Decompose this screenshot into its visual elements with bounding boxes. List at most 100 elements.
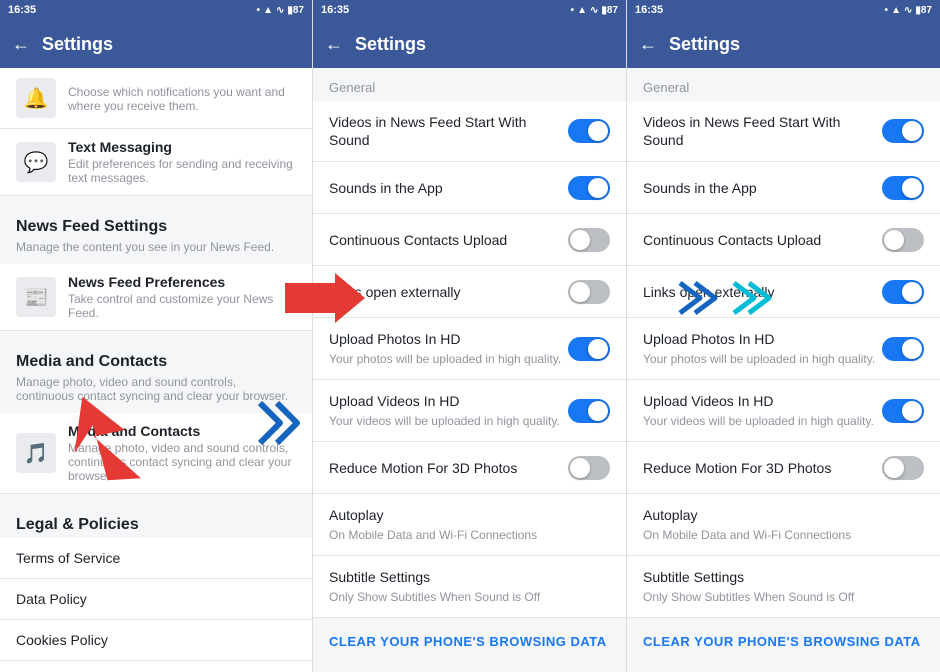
- battery-icon: ▮87: [287, 5, 304, 16]
- status-bar-right: 16:35 • ▲ ∿ ▮87: [627, 0, 940, 20]
- middle-item-4[interactable]: Upload Photos In HD Your photos will be …: [313, 318, 626, 380]
- bluetooth-icon: •: [257, 5, 261, 16]
- right-item-6[interactable]: Reduce Motion For 3D Photos: [627, 442, 940, 494]
- notifications-icon: 🔔: [16, 78, 56, 118]
- middle-subtitle-item[interactable]: Subtitle Settings Only Show Subtitles Wh…: [313, 556, 626, 618]
- legal-section-title: Legal & Policies: [0, 502, 312, 538]
- middle-subtitle-title: Subtitle Settings: [329, 568, 610, 586]
- news-feed-prefs-icon: 📰: [16, 277, 56, 317]
- right-item-3-text: Links open externally: [643, 283, 882, 301]
- news-feed-prefs-subtitle: Take control and customize your News Fee…: [68, 292, 296, 320]
- middle-item-3[interactable]: Links open externally: [313, 266, 626, 318]
- toggle-videos-hd-right[interactable]: [882, 399, 924, 423]
- toggle-reduce-middle[interactable]: [568, 456, 610, 480]
- news-feed-prefs-item[interactable]: 📰 News Feed Preferences Take control and…: [0, 264, 312, 331]
- back-button-left[interactable]: ←: [12, 34, 30, 55]
- news-feed-section-title: News Feed Settings: [0, 204, 312, 240]
- community-item[interactable]: Community Standards: [0, 661, 312, 672]
- right-item-3-title: Links open externally: [643, 283, 882, 301]
- wifi-icon-r: ∿: [904, 5, 912, 16]
- middle-item-5-title: Upload Videos In HD: [329, 392, 568, 410]
- text-messaging-subtitle: Edit preferences for sending and receivi…: [68, 157, 296, 185]
- middle-item-0[interactable]: Videos in News Feed Start With Sound: [313, 101, 626, 162]
- right-subtitle-title: Subtitle Settings: [643, 568, 924, 586]
- bluetooth-icon-m: •: [571, 5, 575, 16]
- toggle-links-right[interactable]: [882, 280, 924, 304]
- left-content: 🔔 Choose which notifications you want an…: [0, 68, 312, 672]
- media-contacts-title: Media and Contacts: [68, 423, 296, 439]
- right-item-2[interactable]: Continuous Contacts Upload: [627, 214, 940, 266]
- back-button-right[interactable]: ←: [639, 34, 657, 55]
- toggle-photos-right[interactable]: [882, 337, 924, 361]
- middle-subtitle-subtitle: Only Show Subtitles When Sound is Off: [329, 589, 610, 606]
- media-contacts-item[interactable]: 🎵 Media and Contacts Manage photo, video…: [0, 413, 312, 494]
- text-messaging-item[interactable]: 💬 Text Messaging Edit preferences for se…: [0, 129, 312, 196]
- news-feed-prefs-title: News Feed Preferences: [68, 274, 296, 290]
- toggle-sounds-right[interactable]: [882, 176, 924, 200]
- app-bar-middle: ← Settings: [313, 20, 626, 68]
- toggle-videos-right[interactable]: [882, 119, 924, 143]
- middle-autoplay-item[interactable]: Autoplay On Mobile Data and Wi-Fi Connec…: [313, 494, 626, 556]
- middle-item-5[interactable]: Upload Videos In HD Your videos will be …: [313, 380, 626, 442]
- media-contacts-text: Media and Contacts Manage photo, video a…: [68, 423, 296, 483]
- toggle-links-middle[interactable]: [568, 280, 610, 304]
- right-item-1[interactable]: Sounds in the App: [627, 162, 940, 214]
- right-item-2-title: Continuous Contacts Upload: [643, 231, 882, 249]
- middle-item-0-text: Videos in News Feed Start With Sound: [329, 113, 568, 149]
- middle-item-5-subtitle: Your videos will be uploaded in high qua…: [329, 413, 568, 430]
- right-item-5[interactable]: Upload Videos In HD Your videos will be …: [627, 380, 940, 442]
- middle-item-1[interactable]: Sounds in the App: [313, 162, 626, 214]
- right-item-4-text: Upload Photos In HD Your photos will be …: [643, 330, 882, 367]
- right-content: General Videos in News Feed Start With S…: [627, 68, 940, 672]
- status-icons-left: • ▲ ∿ ▮87: [257, 5, 304, 16]
- right-subtitle-item[interactable]: Subtitle Settings Only Show Subtitles Wh…: [627, 556, 940, 618]
- right-autoplay-item[interactable]: Autoplay On Mobile Data and Wi-Fi Connec…: [627, 494, 940, 556]
- right-autoplay-subtitle: On Mobile Data and Wi-Fi Connections: [643, 527, 924, 544]
- right-item-3[interactable]: Links open externally: [627, 266, 940, 318]
- toggle-reduce-right[interactable]: [882, 456, 924, 480]
- toggle-knob-videos-right: [902, 121, 922, 141]
- back-button-middle[interactable]: ←: [325, 34, 343, 55]
- middle-item-4-title: Upload Photos In HD: [329, 330, 568, 348]
- data-policy-item[interactable]: Data Policy: [0, 579, 312, 620]
- signal-icon-m: ▲: [577, 5, 587, 16]
- terms-item[interactable]: Terms of Service: [0, 538, 312, 579]
- middle-item-1-title: Sounds in the App: [329, 179, 568, 197]
- media-contacts-icon: 🎵: [16, 433, 56, 473]
- middle-clear-link[interactable]: CLEAR YOUR PHONE'S BROWSING DATA: [313, 618, 626, 665]
- right-item-0[interactable]: Videos in News Feed Start With Sound: [627, 101, 940, 162]
- middle-item-3-title: Links open externally: [329, 283, 568, 301]
- toggle-knob-photos-middle: [588, 339, 608, 359]
- media-section-title: Media and Contacts: [0, 339, 312, 375]
- toggle-sounds-middle[interactable]: [568, 176, 610, 200]
- toggle-videos-middle[interactable]: [568, 119, 610, 143]
- middle-content: General Videos in News Feed Start With S…: [313, 68, 626, 672]
- middle-section-header: General: [313, 68, 626, 101]
- toggle-knob-links-right: [902, 282, 922, 302]
- app-title-right: Settings: [669, 34, 740, 55]
- toggle-photos-middle[interactable]: [568, 337, 610, 361]
- right-section-header: General: [627, 68, 940, 101]
- toggle-videos-hd-middle[interactable]: [568, 399, 610, 423]
- app-bar-left: ← Settings: [0, 20, 312, 68]
- left-panel: 16:35 • ▲ ∿ ▮87 ← Settings 🔔 Choose whic…: [0, 0, 313, 672]
- news-feed-prefs-text: News Feed Preferences Take control and c…: [68, 274, 296, 320]
- text-messaging-text: Text Messaging Edit preferences for send…: [68, 139, 296, 185]
- notifications-item[interactable]: 🔔 Choose which notifications you want an…: [0, 68, 312, 129]
- toggle-knob-photos-right: [902, 339, 922, 359]
- right-item-4[interactable]: Upload Photos In HD Your photos will be …: [627, 318, 940, 380]
- middle-item-6-text: Reduce Motion For 3D Photos: [329, 459, 568, 477]
- right-item-0-text: Videos in News Feed Start With Sound: [643, 113, 882, 149]
- toggle-contacts-right[interactable]: [882, 228, 924, 252]
- right-clear-link[interactable]: CLEAR YOUR PHONE'S BROWSING DATA: [627, 618, 940, 665]
- middle-item-2[interactable]: Continuous Contacts Upload: [313, 214, 626, 266]
- middle-item-2-text: Continuous Contacts Upload: [329, 231, 568, 249]
- toggle-contacts-middle[interactable]: [568, 228, 610, 252]
- cookies-item[interactable]: Cookies Policy: [0, 620, 312, 661]
- divider-1: [0, 196, 312, 204]
- status-bar-middle: 16:35 • ▲ ∿ ▮87: [313, 0, 626, 20]
- middle-item-6[interactable]: Reduce Motion For 3D Photos: [313, 442, 626, 494]
- right-item-4-title: Upload Photos In HD: [643, 330, 882, 348]
- divider-3: [0, 494, 312, 502]
- toggle-knob-videos-hd-right: [902, 401, 922, 421]
